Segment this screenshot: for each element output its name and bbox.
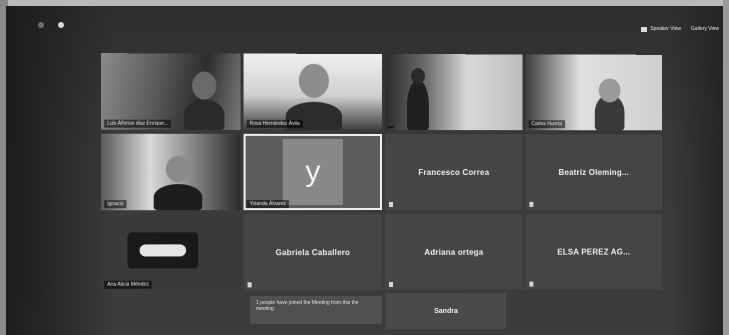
participant-face (598, 78, 621, 103)
join-notification: 1 people have joined the Meeting from th… (250, 296, 382, 324)
window-dot-icon[interactable] (38, 22, 44, 28)
participant-tile[interactable]: Carlos Huerta (525, 54, 662, 131)
participant-name-caption: Ignacio (104, 200, 127, 209)
speaker-view-button[interactable]: Speaker View (641, 26, 681, 32)
participant-gallery: Luis Alfonso diaz Enrique... Rosa Hernán… (101, 53, 662, 291)
participant-name: Francesco Correa (418, 167, 490, 177)
participant-tile-active-speaker[interactable]: y Yolanda Álvarez (243, 133, 382, 211)
participant-name-caption: Carlos Huerta (528, 120, 565, 129)
mic-muted-icon (247, 282, 252, 288)
key-logo-shape (139, 244, 187, 257)
participant-tile[interactable]: Ignacio (101, 133, 241, 211)
participant-name: Sandra (434, 307, 458, 315)
participant-tile[interactable]: Gabriela Caballero (243, 213, 382, 291)
participant-name: Gabriela Caballero (275, 247, 351, 257)
participant-tile[interactable]: Ana Alicia Méndez (101, 214, 241, 291)
gallery-view-button[interactable]: Gallery View (691, 26, 719, 32)
participant-face (165, 155, 191, 183)
participant-name-caption (387, 126, 394, 129)
participant-name: Beatriz Oleming... (558, 167, 629, 177)
window-dot-icon[interactable] (58, 22, 64, 28)
participant-tile[interactable]: Francesco Correa (384, 134, 523, 210)
participant-silhouette (184, 99, 225, 130)
participant-tile[interactable]: Adriana ortega (384, 213, 523, 290)
participant-name-caption: Yolanda Álvarez (246, 200, 289, 209)
speaker-view-icon (641, 26, 648, 32)
mic-muted-icon (529, 201, 534, 207)
participant-name: Adriana ortega (424, 247, 484, 257)
participant-tile[interactable] (384, 54, 523, 131)
participant-tile[interactable]: Sandra (386, 293, 506, 329)
gallery-view-label: Gallery View (691, 26, 719, 32)
participant-name: ELSA PEREZ AG... (557, 247, 631, 257)
participant-tile[interactable]: ELSA PEREZ AG... (525, 213, 662, 290)
participant-name-caption: Ana Alicia Méndez (104, 280, 152, 289)
speaker-view-label: Speaker View (650, 26, 682, 32)
participant-face (298, 63, 329, 98)
company-logo-image (127, 232, 199, 269)
participant-name-caption: Rosa Hernández Ávila (246, 119, 303, 128)
mic-muted-icon (388, 201, 393, 207)
participant-tile[interactable]: Beatriz Oleming... (525, 134, 662, 210)
participant-face (410, 68, 425, 85)
participant-silhouette (153, 184, 203, 211)
avatar-initial: y (305, 154, 321, 189)
view-controls: Speaker View Gallery View (641, 26, 719, 32)
participant-tile[interactable]: Luis Alfonso diaz Enrique... (101, 53, 241, 130)
mic-muted-icon (388, 281, 393, 287)
avatar: y (282, 138, 343, 206)
monitor-bezel-right (723, 0, 729, 335)
mic-muted-icon (529, 281, 534, 287)
participant-face (192, 71, 217, 100)
participant-tile[interactable]: Rosa Hernández Ávila (243, 53, 382, 131)
participant-name-caption: Luis Alfonso diaz Enrique... (104, 119, 172, 128)
participant-silhouette (406, 80, 429, 131)
